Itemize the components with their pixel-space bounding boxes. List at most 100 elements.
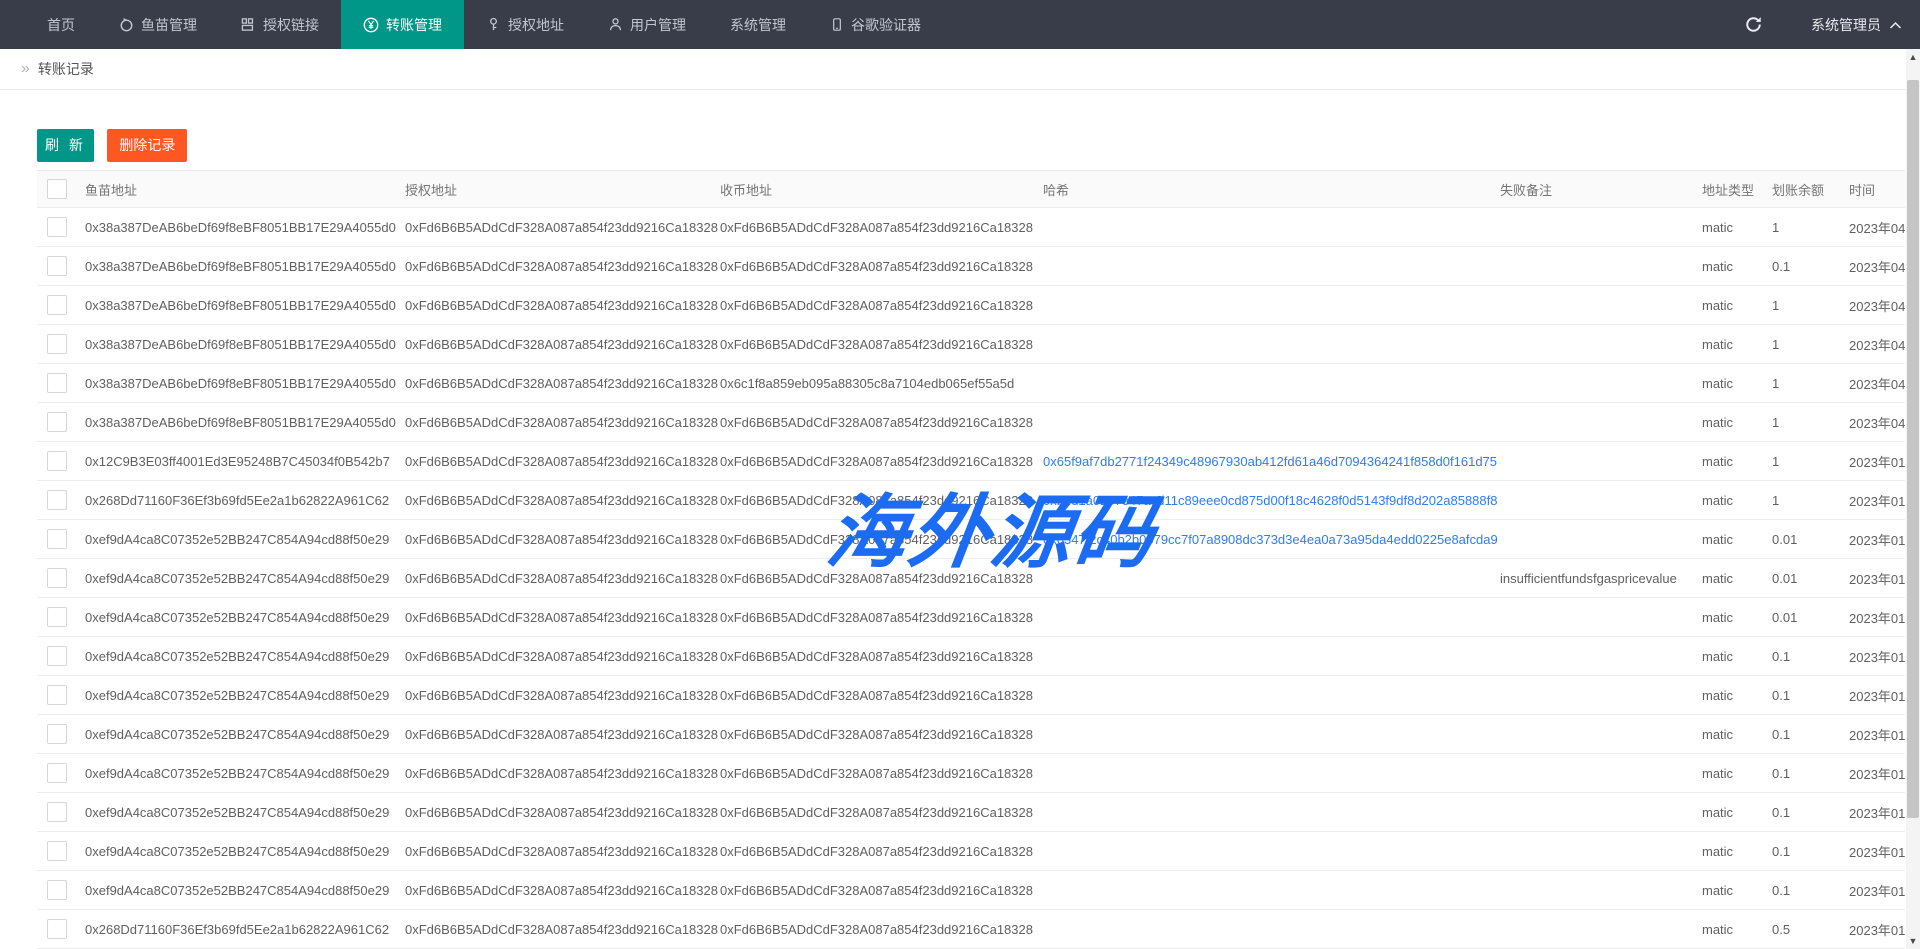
table-row: 0xef9dA4ca8C07352e52BB247C854A94cd88f50e… [37,598,1905,637]
nav-item-google-auth[interactable]: 谷歌验证器 [808,0,943,49]
row-checkbox[interactable] [47,919,67,939]
scrollbar-up-arrow-icon[interactable]: ▲ [1906,49,1920,65]
tx-hash-link[interactable]: 0xbed1a0207e47acd11c89eee0cd875d00f18c46… [1043,493,1497,508]
nav-item-label: 用户管理 [630,15,686,35]
row-checkbox[interactable] [47,217,67,237]
nav-item-label: 授权地址 [508,15,564,35]
time-cell: 2023年01月 [1849,803,1905,822]
table-row: 0x12C9B3E03ff4001Ed3E95248B7C45034f0B542… [37,442,1905,481]
user-icon [608,17,623,32]
vertical-scrollbar[interactable]: ▲ ▼ [1906,49,1920,949]
time-cell: 2023年01月 [1849,647,1905,666]
amount-cell: 1 [1772,337,1849,352]
fail-note-cell: insufficientfundsfgaspricevalue [1500,571,1702,586]
amount-cell: 1 [1772,454,1849,469]
row-checkbox[interactable] [47,529,67,549]
auth-address-cell: 0xFd6B6B5ADdCdF328A087a854f23dd9216Ca183… [405,805,720,820]
delete-records-button[interactable]: 删除记录 [107,129,187,162]
table-row: 0x38a387DeAB6beDf69f8eBF8051BB17E29A4055… [37,403,1905,442]
recv-address-cell: 0x6c1f8a859eb095a88305c8a7104edb065ef55a… [720,376,1043,391]
nav-item-auth-address[interactable]: 授权地址 [464,0,586,49]
nav-item-system[interactable]: 系统管理 [708,0,808,49]
hash-cell: 0xbed1a0207e47acd11c89eee0cd875d00f18c46… [1043,493,1500,508]
column-header: 授权地址 [405,180,720,199]
fry-address-cell: 0xef9dA4ca8C07352e52BB247C854A94cd88f50e… [85,844,405,859]
column-header: 失败备注 [1500,180,1702,199]
row-checkbox[interactable] [47,451,67,471]
nav-item-label: 鱼苗管理 [141,15,197,35]
address-type-cell: matic [1702,766,1772,781]
row-checkbox[interactable] [47,607,67,627]
nav-item-transfer[interactable]: 转账管理 [341,0,464,49]
time-cell: 2023年01月 [1849,686,1905,705]
fry-address-cell: 0x38a387DeAB6beDf69f8eBF8051BB17E29A4055… [85,337,405,352]
recv-address-cell: 0xFd6B6B5ADdCdF328A087a854f23dd9216Ca183… [720,844,1043,859]
refresh-icon[interactable] [1744,15,1763,34]
address-type-cell: matic [1702,844,1772,859]
table-row: 0x38a387DeAB6beDf69f8eBF8051BB17E29A4055… [37,364,1905,403]
row-checkbox[interactable] [47,490,67,510]
address-type-cell: matic [1702,220,1772,235]
table-row: 0xef9dA4ca8C07352e52BB247C854A94cd88f50e… [37,793,1905,832]
row-checkbox[interactable] [47,802,67,822]
time-cell: 2023年04月 [1849,374,1905,393]
recv-address-cell: 0xFd6B6B5ADdCdF328A087a854f23dd9216Ca183… [720,493,1043,508]
row-checkbox[interactable] [47,763,67,783]
row-checkbox-cell [37,373,85,393]
nav-item-auth-link[interactable]: 授权链接 [219,0,341,49]
amount-cell: 0.01 [1772,532,1849,547]
table-row: 0x268Dd71160F36Ef3b69fd5Ee2a1b62822A961C… [37,910,1905,949]
address-type-cell: matic [1702,259,1772,274]
recv-address-cell: 0xFd6B6B5ADdCdF328A087a854f23dd9216Ca183… [720,532,1043,547]
nav-item-label: 首页 [47,15,75,35]
table-header-row: 鱼苗地址授权地址收币地址哈希失败备注地址类型划账余额时间 [37,170,1905,208]
recv-address-cell: 0xFd6B6B5ADdCdF328A087a854f23dd9216Ca183… [720,220,1043,235]
recv-address-cell: 0xFd6B6B5ADdCdF328A087a854f23dd9216Ca183… [720,922,1043,937]
fry-address-cell: 0xef9dA4ca8C07352e52BB247C854A94cd88f50e… [85,649,405,664]
time-cell: 2023年01月 [1849,725,1905,744]
row-checkbox[interactable] [47,256,67,276]
auth-address-cell: 0xFd6B6B5ADdCdF328A087a854f23dd9216Ca183… [405,259,720,274]
row-checkbox[interactable] [47,295,67,315]
select-all-checkbox[interactable] [47,179,67,199]
row-checkbox[interactable] [47,880,67,900]
nav-item-fry[interactable]: 鱼苗管理 [97,0,219,49]
row-checkbox[interactable] [47,724,67,744]
nav-item-label: 系统管理 [730,15,786,35]
address-type-cell: matic [1702,688,1772,703]
amount-cell: 1 [1772,415,1849,430]
row-checkbox-cell [37,802,85,822]
time-cell: 2023年04月 [1849,296,1905,315]
time-cell: 2023年01月 [1849,842,1905,861]
recv-address-cell: 0xFd6B6B5ADdCdF328A087a854f23dd9216Ca183… [720,805,1043,820]
row-checkbox[interactable] [47,412,67,432]
scrollbar-thumb[interactable] [1907,80,1919,818]
phone-icon [830,17,844,32]
fry-address-cell: 0xef9dA4ca8C07352e52BB247C854A94cd88f50e… [85,688,405,703]
amount-cell: 0.1 [1772,766,1849,781]
row-checkbox[interactable] [47,646,67,666]
row-checkbox[interactable] [47,685,67,705]
row-checkbox[interactable] [47,334,67,354]
row-checkbox[interactable] [47,841,67,861]
page-title: 转账记录 [38,59,94,79]
row-checkbox[interactable] [47,568,67,588]
transfer-records-table: 鱼苗地址授权地址收币地址哈希失败备注地址类型划账余额时间 0x38a387DeA… [37,170,1905,949]
fry-address-cell: 0xef9dA4ca8C07352e52BB247C854A94cd88f50e… [85,805,405,820]
nav-item-home[interactable]: 首页 [25,0,97,49]
row-checkbox[interactable] [47,373,67,393]
auth-address-cell: 0xFd6B6B5ADdCdF328A087a854f23dd9216Ca183… [405,415,720,430]
tx-hash-link[interactable]: 0x65f9af7db2771f24349c48967930ab412fd61a… [1043,454,1497,469]
nav-item-users[interactable]: 用户管理 [586,0,708,49]
admin-dropdown[interactable]: 系统管理员 [1811,15,1902,35]
scrollbar-down-arrow-icon[interactable]: ▼ [1906,933,1920,949]
breadcrumb: » 转账记录 [0,49,1920,90]
fry-address-cell: 0xef9dA4ca8C07352e52BB247C854A94cd88f50e… [85,571,405,586]
address-type-cell: matic [1702,805,1772,820]
address-type-cell: matic [1702,337,1772,352]
auth-address-cell: 0xFd6B6B5ADdCdF328A087a854f23dd9216Ca183… [405,844,720,859]
tx-hash-link[interactable]: 0x6347f2c40b2b0579cc7f07a8908dc373d3e4ea… [1043,532,1498,547]
amount-cell: 0.1 [1772,727,1849,742]
refresh-button[interactable]: 刷 新 [37,129,94,162]
table-row: 0xef9dA4ca8C07352e52BB247C854A94cd88f50e… [37,832,1905,871]
